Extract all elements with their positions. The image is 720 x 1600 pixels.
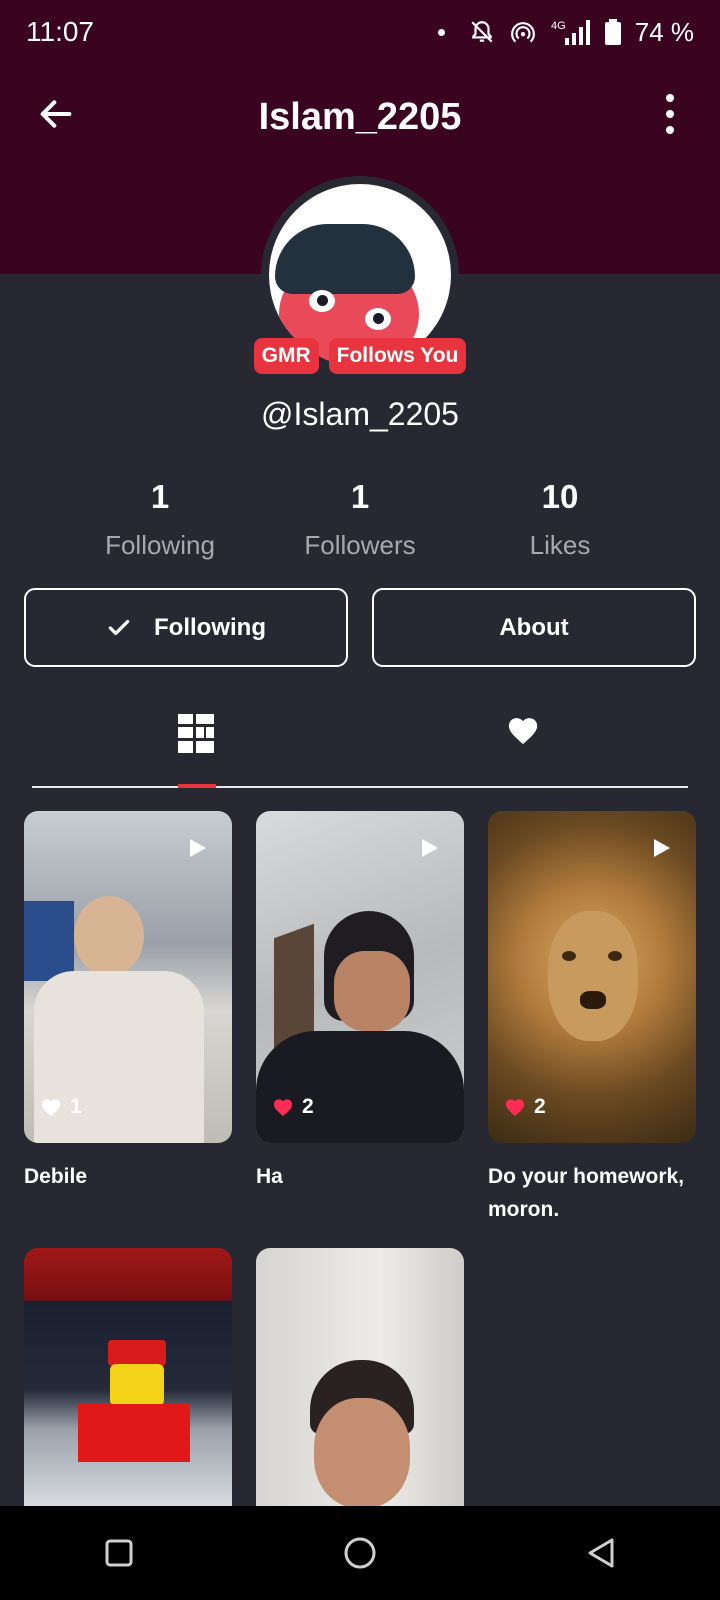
checkmark-icon	[108, 619, 130, 635]
page-title: Islam_2205	[258, 96, 462, 138]
battery-icon	[604, 19, 621, 45]
video-likes: 2	[504, 1095, 546, 1119]
stat-value: 10	[541, 478, 579, 515]
system-nav-bar	[0, 1506, 720, 1600]
badge-gmr: GMR	[253, 338, 319, 374]
video-thumbnail[interactable]: 1	[24, 811, 232, 1143]
video-like-count: 2	[302, 1095, 314, 1118]
profile-badges: GMR Follows You	[0, 338, 720, 374]
video-likes: 2	[272, 1095, 314, 1119]
video-caption: Debile	[24, 1165, 88, 1188]
video-like-count: 1	[70, 1095, 82, 1118]
stat-value: 1	[150, 478, 170, 515]
video-thumbnail[interactable]: 2	[488, 811, 696, 1143]
video-card[interactable]	[24, 1248, 232, 1506]
bell-off-icon	[471, 21, 493, 43]
stat-likes: 10 Likes	[460, 478, 660, 561]
notification-dot-icon	[437, 28, 445, 36]
video-caption: Ha	[256, 1165, 283, 1188]
about-button[interactable]: About	[372, 588, 696, 667]
status-icons: 4G 74 %	[437, 16, 694, 48]
video-card[interactable]	[256, 1248, 464, 1506]
more-options-button[interactable]	[660, 94, 680, 134]
play-icon	[422, 839, 438, 857]
battery-percent: 74 %	[634, 16, 694, 47]
active-tab-indicator	[178, 784, 216, 788]
stat-value: 1	[350, 478, 370, 515]
video-thumbnail[interactable]	[24, 1248, 232, 1506]
content-tabs	[32, 714, 688, 788]
back-nav-button[interactable]	[586, 1537, 616, 1569]
stat-following[interactable]: 1 Following	[60, 478, 260, 561]
badge-follows-you: Follows You	[328, 338, 467, 374]
more-dot-icon	[666, 126, 674, 134]
tab-liked[interactable]	[506, 714, 546, 754]
grid-icon	[178, 714, 214, 753]
following-button[interactable]: Following	[24, 588, 348, 667]
video-card[interactable]: 2 Do your homework, moron.	[488, 811, 696, 1226]
play-icon	[190, 839, 206, 857]
heart-icon	[505, 1099, 525, 1117]
home-button[interactable]	[343, 1536, 377, 1570]
video-thumbnail[interactable]	[256, 1248, 464, 1506]
video-card[interactable]: 2 Ha	[256, 811, 464, 1194]
status-bar: 11:07 4G 74 %	[0, 0, 720, 64]
video-caption: Do your homework, moron.	[488, 1165, 685, 1221]
stat-followers[interactable]: 1 Followers	[260, 478, 460, 561]
heart-icon	[41, 1099, 61, 1117]
recents-button[interactable]	[104, 1538, 134, 1568]
about-button-label: About	[499, 613, 569, 641]
video-likes: 1	[40, 1095, 82, 1119]
stat-label: Likes	[529, 530, 591, 560]
more-dot-icon	[666, 94, 674, 102]
heart-icon	[508, 718, 538, 745]
play-icon	[654, 839, 670, 857]
following-button-label: Following	[154, 613, 266, 641]
video-card[interactable]: 1 Debile	[24, 811, 232, 1194]
stat-label: Following	[105, 530, 215, 560]
status-time: 11:07	[26, 16, 94, 47]
video-like-count: 2	[534, 1095, 546, 1118]
stat-label: Followers	[304, 530, 416, 560]
profile-stats: 1 Following 1 Followers 10 Likes	[60, 478, 660, 561]
hotspot-icon	[510, 22, 535, 43]
svg-text:4G: 4G	[551, 20, 566, 32]
video-thumbnail[interactable]: 2	[256, 811, 464, 1143]
signal-icon: 4G	[551, 20, 590, 45]
tab-videos[interactable]	[178, 714, 218, 754]
heart-icon	[273, 1099, 293, 1117]
user-handle: @Islam_2205	[261, 396, 459, 432]
more-dot-icon	[666, 110, 674, 118]
